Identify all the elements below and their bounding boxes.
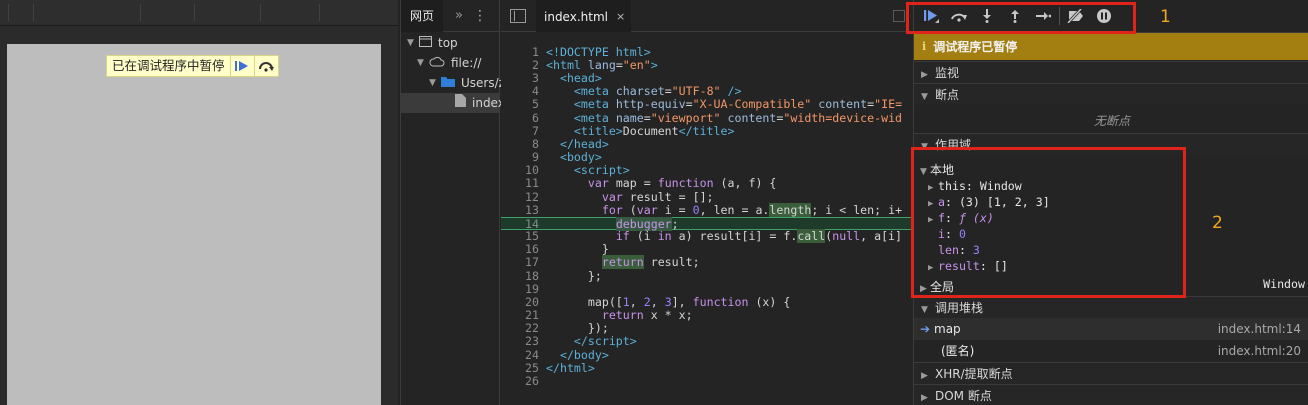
tab-label: index.html (544, 9, 608, 24)
tree-item-label: top (438, 36, 458, 50)
toggle-debugger-icon[interactable] (893, 10, 905, 22)
annotation-box-2 (911, 147, 1186, 298)
code-line: 11 var map = function (a, f) { (525, 176, 777, 190)
section-dom-breakpoints[interactable]: ▶ DOM 断点 (914, 384, 1308, 405)
section-title: 调用堆栈 (935, 301, 984, 315)
frame-icon (419, 33, 432, 53)
info-icon: i (922, 40, 927, 53)
resume-icon (235, 61, 249, 71)
paused-banner-text: 调试程序已暂停 (933, 40, 1018, 54)
navigator-tabs: 网页 » ⋮ (401, 0, 499, 32)
expand-triangle-icon[interactable]: ▶ (921, 387, 931, 405)
code-line: 26 (525, 374, 539, 388)
expand-triangle-icon[interactable]: ▼ (921, 86, 931, 108)
source-editor: index.html × 1 <!DOCTYPE html> 2 <html lan… (501, 0, 913, 405)
section-breakpoints[interactable]: ▼ 断点 (914, 83, 1308, 105)
annotation-box-1 (906, 2, 1136, 34)
file-icon (455, 93, 466, 113)
current-frame-arrow-icon: ➔ (920, 322, 931, 336)
code-line: 25 </html> (525, 361, 595, 375)
section-title: XHR/提取断点 (935, 367, 1013, 381)
step-over-icon (259, 62, 275, 72)
expand-triangle-icon[interactable]: ▼ (417, 53, 427, 73)
code-line: 23 </script> (525, 334, 637, 348)
tree-item-folder[interactable]: ▼ Users/z (429, 73, 505, 93)
overlay-resume-button[interactable] (229, 56, 254, 76)
code-line: 17 return result; (525, 255, 700, 269)
cloud-icon (429, 53, 445, 73)
more-tabs-icon[interactable]: » (455, 8, 463, 23)
inspected-page-pane: 已在调试程序中暂停 (0, 0, 398, 405)
paused-banner: i 调试程序已暂停 (914, 33, 1308, 60)
section-title: 断点 (935, 88, 960, 102)
tree-item-index-html[interactable]: index (401, 93, 505, 113)
expand-triangle-icon[interactable]: ▼ (429, 73, 439, 93)
section-watch[interactable]: ▶ 监视 (914, 61, 1308, 83)
annotation-label-1: 1 (1160, 7, 1171, 27)
editor-tabs: index.html × (501, 0, 913, 32)
code-line: 18 }; (525, 269, 602, 283)
call-frame-anonymous[interactable]: (匿名) index.html:20 (914, 340, 1308, 362)
tree-item-top[interactable]: ▼ top (407, 33, 458, 53)
tab-index-html[interactable]: index.html × (536, 0, 632, 33)
device-toolbar (0, 0, 398, 26)
tree-item-label: file:// (451, 56, 482, 70)
code-line: 5 <meta http-equiv="X-UA-Compatible" con… (532, 97, 903, 111)
section-xhr-breakpoints[interactable]: ▶ XHR/提取断点 (914, 362, 1308, 384)
folder-icon (441, 73, 455, 93)
tree-item-label: Users/z (461, 76, 505, 90)
call-frame-name: (匿名) (941, 344, 975, 358)
no-breakpoints-text: 无断点 (1094, 114, 1131, 128)
call-frame-map[interactable]: ➔ map index.html:14 (914, 318, 1308, 340)
toggle-navigator-icon[interactable] (510, 8, 526, 23)
expand-triangle-icon[interactable]: ▼ (407, 33, 417, 53)
call-frame-location[interactable]: index.html:20 (1218, 340, 1301, 362)
section-title: DOM 断点 (935, 389, 992, 403)
call-frame-name: map (934, 322, 961, 336)
code-line: 13 for (var i = 0, len = a.length; i < l… (525, 203, 903, 217)
code-area[interactable]: 1 <!DOCTYPE html> 2 <html lang="en"> 3 <he… (501, 32, 913, 405)
tab-page[interactable]: 网页 (401, 0, 444, 32)
scope-global-value: Window (1263, 277, 1305, 291)
sources-navigator: 网页 » ⋮ ▼ top ▼ file:// ▼ Users/z index (400, 0, 505, 405)
close-icon[interactable]: × (616, 1, 625, 33)
section-title: 监视 (935, 66, 960, 80)
tree-item-file[interactable]: ▼ file:// (417, 53, 481, 73)
tree-item-label: index (472, 96, 505, 110)
paused-in-debugger-overlay: 已在调试程序中暂停 (106, 55, 279, 77)
overlay-step-over-button[interactable] (253, 56, 278, 76)
paused-overlay-text: 已在调试程序中暂停 (112, 58, 225, 73)
section-call-stack[interactable]: ▼ 调用堆栈 (914, 296, 1308, 318)
call-frame-location[interactable]: index.html:14 (1218, 318, 1301, 340)
page-viewport (7, 44, 381, 405)
kebab-menu-icon[interactable]: ⋮ (473, 8, 487, 24)
annotation-label-2: 2 (1212, 213, 1223, 233)
